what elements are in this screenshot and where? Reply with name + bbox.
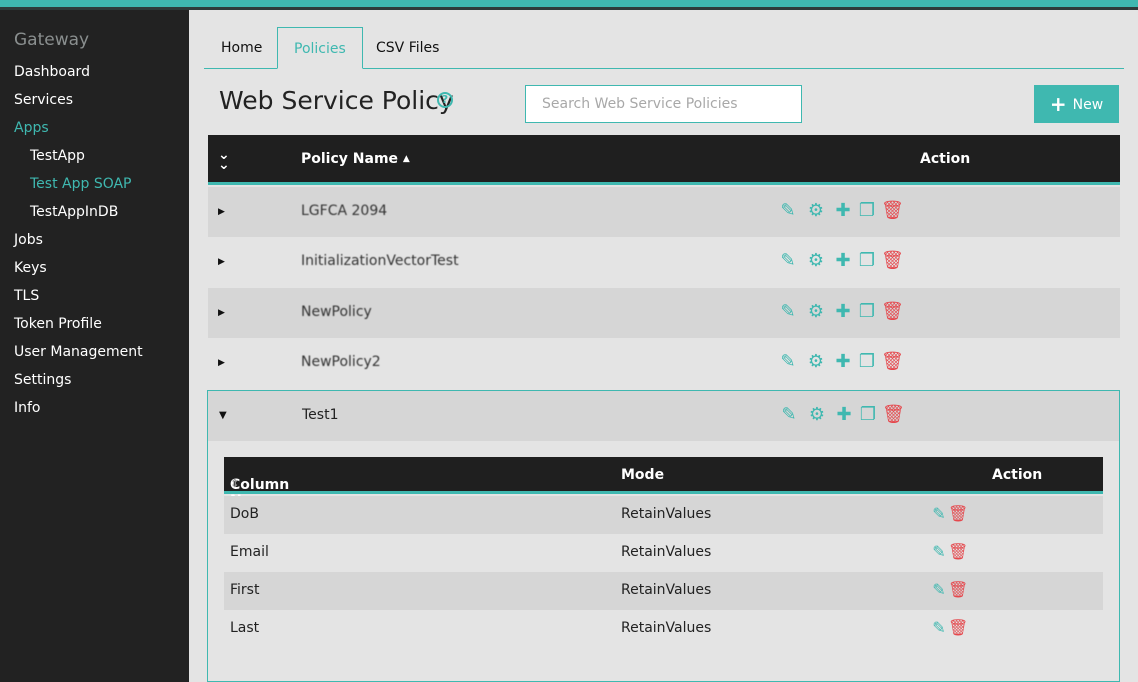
policy-name-header-label: Policy Name — [301, 151, 399, 167]
column-name-cell: Email — [230, 544, 269, 560]
tab-home[interactable]: Home — [205, 27, 278, 69]
edit-icon[interactable]: ✎ — [778, 251, 798, 271]
help-icon[interactable]: ? — [437, 92, 453, 108]
edit-icon[interactable]: ✎ — [930, 505, 948, 523]
trash-icon[interactable]: 🗑 — [948, 619, 968, 637]
trash-icon[interactable]: 🗑 — [881, 251, 904, 271]
copy-icon[interactable]: ❐ — [857, 251, 877, 271]
expand-caret-icon[interactable]: ▶ — [218, 308, 225, 318]
trash-icon[interactable]: 🗑 — [881, 352, 904, 372]
mode-cell: RetainValues — [621, 506, 712, 522]
gears-icon[interactable]: ⚙ — [806, 251, 826, 271]
table-row[interactable]: ▼ Test1 ✎ ⚙ ✚ ❐ 🗑 — [208, 391, 1119, 441]
sort-asc-icon: ▲ — [402, 154, 410, 164]
sort-icon: ⇕ — [230, 477, 240, 490]
column-name-cell: DoB — [230, 506, 259, 522]
trash-icon[interactable]: 🗑 — [948, 543, 968, 561]
edit-icon[interactable]: ✎ — [930, 543, 948, 561]
copy-icon[interactable]: ❐ — [857, 352, 877, 372]
tab-policies[interactable]: Policies — [277, 27, 363, 69]
table-row: First RetainValues ✎ 🗑 — [224, 572, 1103, 610]
plus-icon[interactable]: ✚ — [833, 302, 853, 322]
table-row[interactable]: ▶ InitializationVectorTest ✎ ⚙ ✚ ❐ 🗑 — [208, 237, 1120, 287]
trash-icon[interactable]: 🗑 — [882, 405, 905, 425]
table-row[interactable]: ▶ NewPolicy ✎ ⚙ ✚ ❐ 🗑 — [208, 288, 1120, 338]
column-header-policy-name[interactable]: Policy Name ▲ — [301, 151, 410, 167]
sidebar-item-keys[interactable]: Keys — [14, 258, 47, 278]
expand-caret-icon[interactable]: ▶ — [218, 358, 225, 368]
gears-icon[interactable]: ⚙ — [806, 302, 826, 322]
edit-icon[interactable]: ✎ — [930, 619, 948, 637]
policy-table-header: ⌄ ⌄ Policy Name ▲ Action — [208, 135, 1120, 185]
sidebar-item-testapp[interactable]: TestApp — [30, 146, 85, 166]
sidebar-item-test-app-soap[interactable]: Test App SOAP — [30, 174, 132, 194]
policy-name: NewPolicy2 — [301, 354, 381, 370]
sidebar-item-apps[interactable]: Apps — [14, 118, 49, 138]
policy-name: Test1 — [302, 407, 339, 423]
collapse-all-icon[interactable]: ⌄ ⌄ — [218, 148, 230, 172]
sidebar: Gateway Dashboard Services Apps TestApp … — [0, 10, 189, 682]
edit-icon[interactable]: ✎ — [930, 581, 948, 599]
trash-icon[interactable]: 🗑 — [881, 302, 904, 322]
collapse-caret-icon[interactable]: ▼ — [219, 410, 227, 421]
plus-icon[interactable]: ✚ — [833, 201, 853, 221]
copy-icon[interactable]: ❐ — [857, 302, 877, 322]
column-name-cell: Last — [230, 620, 260, 636]
column-header-mode: Mode — [621, 467, 665, 483]
copy-icon[interactable]: ❐ — [857, 201, 877, 221]
mode-cell: RetainValues — [621, 620, 712, 636]
sidebar-item-info[interactable]: Info — [14, 398, 41, 418]
search-input[interactable] — [525, 85, 802, 123]
edit-icon[interactable]: ✎ — [778, 302, 798, 322]
expand-caret-icon[interactable]: ▶ — [218, 207, 225, 217]
table-row[interactable]: ▶ LGFCA 2094 ✎ ⚙ ✚ ❐ 🗑 — [208, 187, 1120, 237]
trash-icon[interactable]: 🗑 — [948, 581, 968, 599]
column-header-action: Action — [920, 151, 971, 167]
expand-caret-icon[interactable]: ▶ — [218, 257, 225, 267]
gears-icon[interactable]: ⚙ — [807, 405, 827, 425]
sidebar-item-testappindb[interactable]: TestAppInDB — [30, 202, 118, 222]
edit-icon[interactable]: ✎ — [779, 405, 799, 425]
column-name-cell: First — [230, 582, 260, 598]
plus-icon: + — [1049, 92, 1067, 116]
mode-cell: RetainValues — [621, 582, 712, 598]
sidebar-item-token-profile[interactable]: Token Profile — [14, 314, 102, 334]
trash-icon[interactable]: 🗑 — [881, 201, 904, 221]
sidebar-item-dashboard[interactable]: Dashboard — [14, 62, 90, 82]
column-header-action: Action — [992, 467, 1043, 483]
column-table-header: Column Name ⇕ Mode Action — [224, 457, 1103, 509]
plus-icon[interactable]: ✚ — [834, 405, 854, 425]
sidebar-item-user-management[interactable]: User Management — [14, 342, 143, 362]
plus-icon[interactable]: ✚ — [833, 251, 853, 271]
sidebar-item-jobs[interactable]: Jobs — [14, 230, 43, 250]
new-button-label: New — [1072, 97, 1104, 113]
mode-cell: RetainValues — [621, 544, 712, 560]
sidebar-item-settings[interactable]: Settings — [14, 370, 71, 390]
copy-icon[interactable]: ❐ — [858, 405, 878, 425]
brand-title: Gateway — [14, 30, 90, 50]
edit-icon[interactable]: ✎ — [778, 201, 798, 221]
table-row: DoB RetainValues ✎ 🗑 — [224, 496, 1103, 534]
trash-icon[interactable]: 🗑 — [948, 505, 968, 523]
table-row[interactable]: ▶ NewPolicy2 ✎ ⚙ ✚ ❐ 🗑 — [208, 338, 1120, 388]
gears-icon[interactable]: ⚙ — [806, 201, 826, 221]
policy-name: InitializationVectorTest — [301, 253, 459, 269]
new-policy-button[interactable]: + New — [1034, 85, 1119, 123]
table-row: Email RetainValues ✎ 🗑 — [224, 534, 1103, 572]
sidebar-item-tls[interactable]: TLS — [14, 286, 39, 306]
tab-csv-files[interactable]: CSV Files — [360, 27, 455, 69]
plus-icon[interactable]: ✚ — [833, 352, 853, 372]
policy-name: NewPolicy — [301, 304, 372, 320]
main-content: Home Policies CSV Files Web Service Poli… — [189, 10, 1138, 682]
edit-icon[interactable]: ✎ — [778, 352, 798, 372]
page-title: Web Service Policy — [219, 86, 454, 115]
gears-icon[interactable]: ⚙ — [806, 352, 826, 372]
table-row: Last RetainValues ✎ 🗑 — [224, 610, 1103, 648]
sidebar-item-services[interactable]: Services — [14, 90, 73, 110]
top-accent-bar — [0, 0, 1138, 10]
policy-name: LGFCA 2094 — [301, 203, 388, 219]
